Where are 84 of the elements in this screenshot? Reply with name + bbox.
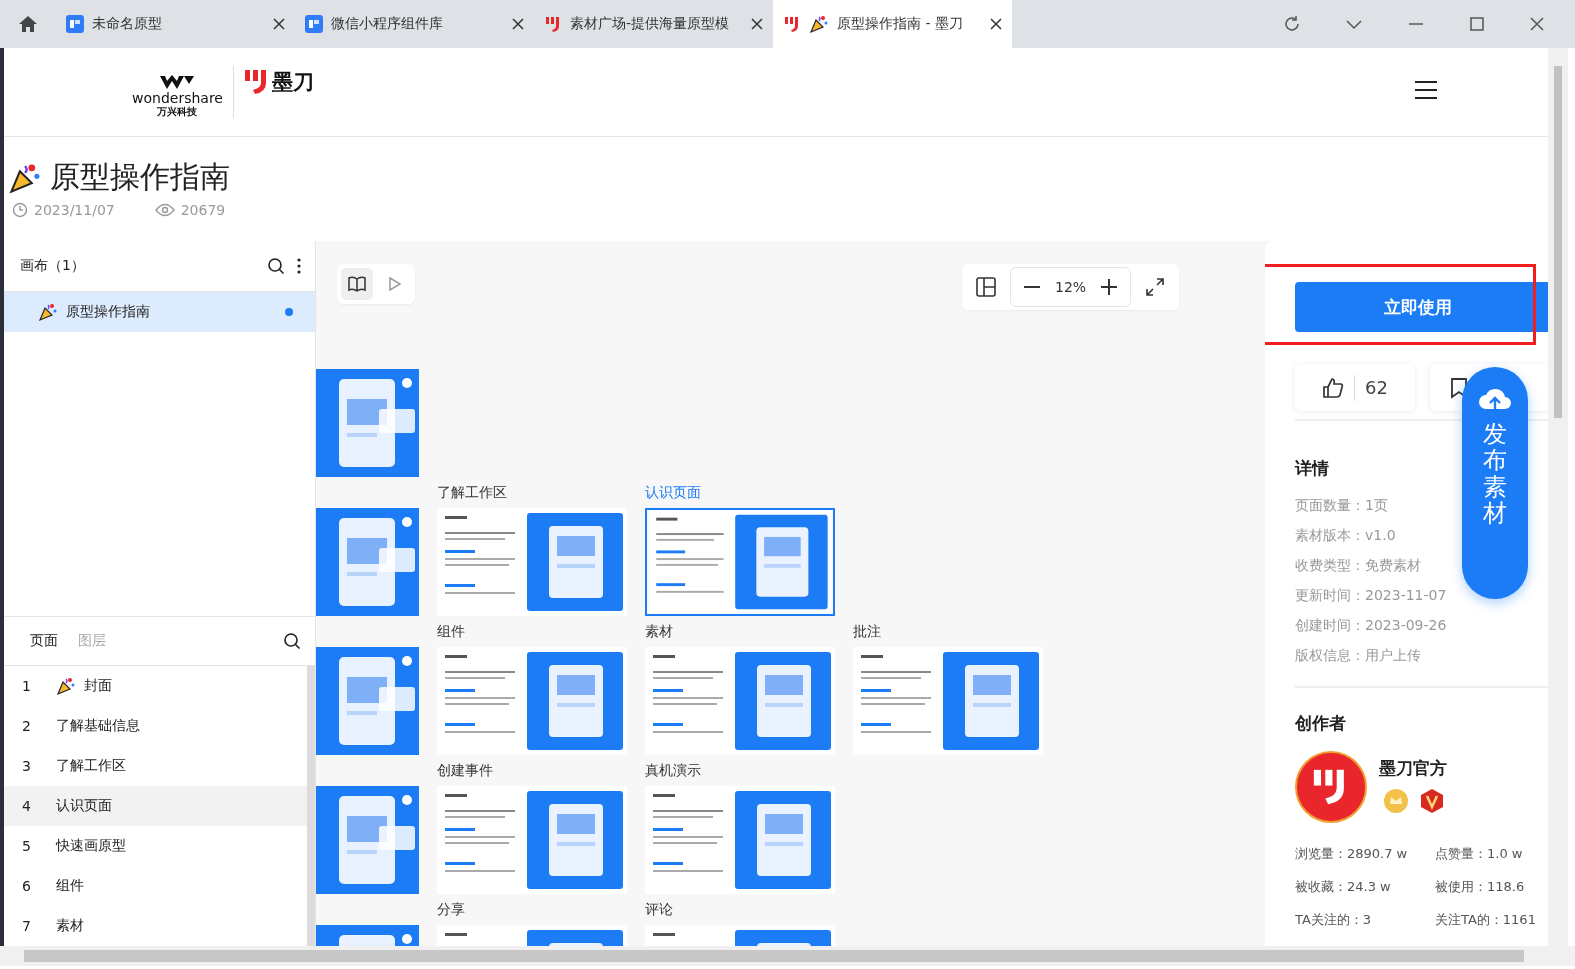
logo-icon	[783, 15, 801, 33]
minimize-icon[interactable]	[1407, 22, 1425, 26]
page-item[interactable]: 3 了解工作区	[4, 746, 307, 786]
stat-text: 浏览量：2890.7 w	[1295, 845, 1408, 863]
app-icon	[305, 15, 323, 33]
app-icon	[66, 15, 84, 33]
page-label[interactable]: 素材	[645, 621, 835, 641]
stat-text: 被收藏：24.3 w	[1295, 878, 1391, 896]
eye-icon	[154, 203, 175, 217]
stat-text: TA关注的：3	[1295, 911, 1372, 929]
product-name: 墨刀	[271, 69, 314, 96]
creator-name: 墨刀官方	[1379, 757, 1447, 780]
close-icon[interactable]	[1529, 16, 1545, 32]
canvas-item[interactable]: 原型操作指南	[4, 292, 315, 332]
browser-tab[interactable]: 微信小程序组件库	[295, 0, 534, 48]
detail-row-text: 创建时间：2023-09-26	[1295, 616, 1447, 635]
section-title: 创作者	[1295, 712, 1346, 735]
view-count: 20679	[180, 202, 226, 218]
detail-row-text: 素材版本：v1.0	[1295, 526, 1396, 545]
close-icon[interactable]	[273, 18, 285, 30]
book-mode-button[interactable]	[341, 268, 373, 300]
page-item[interactable]: 5 快速画原型	[4, 826, 307, 866]
stat-text: 点赞量：1.0 w	[1435, 845, 1523, 863]
zoom-out-icon[interactable]	[1023, 285, 1041, 289]
logo-icon	[160, 74, 195, 90]
page-label[interactable]: 组件	[437, 621, 627, 641]
detail-row-text: 收费类型：免费素材	[1295, 556, 1421, 575]
close-icon[interactable]	[990, 18, 1002, 30]
reload-icon[interactable]	[1283, 15, 1301, 33]
home-icon[interactable]	[18, 15, 38, 33]
close-icon[interactable]	[751, 18, 763, 30]
section-title: 详情	[1295, 457, 1329, 480]
use-now-button[interactable]: 立即使用	[1295, 282, 1548, 332]
brand-subtitle: 万兴科技	[157, 106, 198, 118]
verified-badge-icon	[1419, 788, 1445, 814]
fullscreen-icon[interactable]	[1145, 277, 1166, 297]
page-item[interactable]: 4 认识页面	[4, 786, 307, 826]
layout-icon[interactable]	[976, 277, 996, 297]
like-button[interactable]: 62	[1295, 364, 1415, 411]
page-label[interactable]: 创建事件	[437, 760, 627, 780]
more-icon[interactable]	[297, 257, 301, 275]
page-label[interactable]: 真机演示	[645, 760, 835, 780]
logo-icon	[544, 15, 562, 33]
chevron-down-icon[interactable]	[1345, 18, 1363, 30]
page-label[interactable]: 批注	[853, 621, 1043, 641]
document-title: 原型操作指南	[50, 158, 230, 196]
zoom-level: 12%	[1055, 279, 1087, 295]
publish-button[interactable]: 发布素材	[1462, 367, 1528, 599]
page-item[interactable]: 1 封面	[4, 666, 307, 706]
close-icon[interactable]	[512, 18, 524, 30]
browser-tab[interactable]: 未命名原型	[56, 0, 295, 48]
detail-row-text: 版权信息：用户上传	[1295, 646, 1421, 665]
browser-tab[interactable]: 原型操作指南 - 墨刀	[773, 0, 1012, 48]
browser-tab[interactable]: 素材广场-提供海量原型模	[534, 0, 773, 48]
party-popper-icon	[809, 14, 829, 34]
book-icon	[348, 276, 366, 292]
page-label[interactable]: 评论	[645, 899, 835, 919]
maximize-icon[interactable]	[1469, 16, 1485, 32]
search-icon[interactable]	[267, 257, 285, 275]
clock-icon	[12, 202, 28, 218]
stat-text: 被使用：118.6	[1435, 878, 1525, 896]
stat-text: 关注TA的：1161	[1435, 911, 1536, 929]
page-item[interactable]: 2 了解基础信息	[4, 706, 307, 746]
brand-name: wondershare	[132, 90, 223, 106]
scrollbar[interactable]	[307, 666, 315, 946]
play-icon	[388, 276, 402, 292]
scrollbar-thumb[interactable]	[1554, 66, 1562, 418]
panel-tab[interactable]: 页面	[30, 632, 58, 650]
crown-badge-icon	[1383, 788, 1409, 814]
thumbs-up-icon	[1322, 376, 1345, 399]
scrollbar-thumb[interactable]	[24, 950, 1524, 962]
search-icon[interactable]	[283, 632, 301, 650]
party-popper-icon	[38, 302, 58, 322]
page-item[interactable]: 7 素材	[4, 906, 307, 946]
page-label[interactable]: 了解工作区	[437, 482, 627, 502]
panel-title: 画布（1）	[20, 257, 86, 275]
page-label[interactable]: 认识页面	[645, 482, 835, 502]
detail-row-text: 更新时间：2023-11-07	[1295, 586, 1447, 605]
page-item[interactable]: 6 组件	[4, 866, 307, 906]
zoom-in-icon[interactable]	[1100, 278, 1119, 296]
date-text: 2023/11/07	[34, 202, 115, 218]
page-label[interactable]: 分享	[437, 899, 627, 919]
menu-icon[interactable]	[1414, 80, 1438, 100]
detail-row-text: 页面数量：1页	[1295, 496, 1388, 515]
